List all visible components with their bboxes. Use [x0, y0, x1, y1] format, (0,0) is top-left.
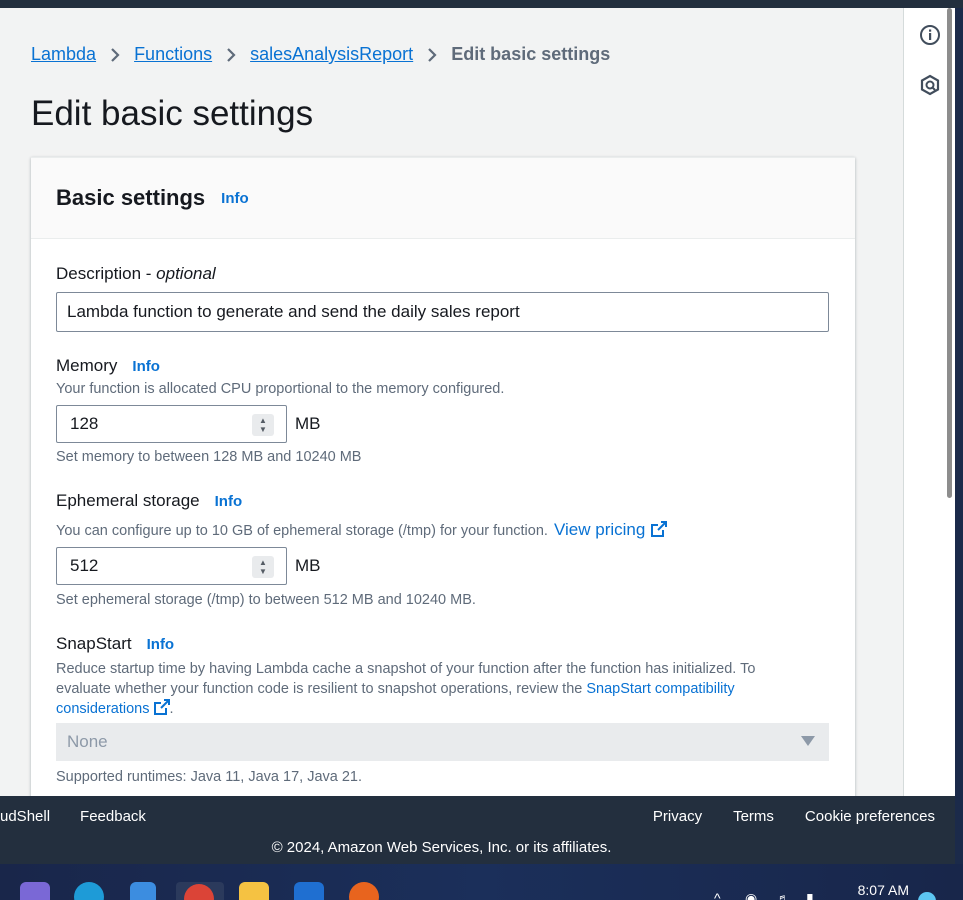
hexagon-tool-icon: [920, 74, 940, 96]
cookie-preferences-link[interactable]: Cookie preferences: [805, 808, 935, 825]
copyright-text: © 2024, Amazon Web Services, Inc. or its…: [271, 839, 612, 856]
caret-down-icon: [801, 736, 815, 746]
ephemeral-label: Ephemeral storage Info: [56, 491, 242, 511]
os-taskbar: ^ ◉ ♬ ▮ 8:07 AM: [0, 864, 963, 900]
footer-right-links: Privacy Terms Cookie preferences: [622, 808, 935, 825]
card-header: Basic settings Info: [31, 158, 855, 239]
applications-panel-button[interactable]: [917, 72, 943, 98]
chevron-down-icon: ▼: [259, 567, 267, 576]
chevron-down-icon: ▼: [259, 425, 267, 434]
memory-label-text: Memory: [56, 356, 118, 375]
chrome-icon[interactable]: [176, 882, 224, 900]
privacy-link[interactable]: Privacy: [653, 808, 702, 825]
description-label-text: Description: [56, 264, 142, 283]
chrome-logo-icon: [184, 884, 214, 900]
basic-settings-card: Basic settings Info Description - option…: [31, 157, 855, 796]
notification-badge[interactable]: [918, 892, 936, 900]
feedback-link[interactable]: Feedback: [80, 808, 146, 825]
breadcrumb: Lambda Functions salesAnalysisReport Edi…: [31, 44, 610, 65]
ephemeral-stepper[interactable]: ▲ ▼: [252, 556, 274, 578]
description-input[interactable]: [56, 292, 829, 332]
snapstart-compat-link[interactable]: considerations: [56, 699, 170, 717]
ephemeral-help-text: You can configure up to 10 GB of ephemer…: [56, 520, 668, 540]
memory-stepper[interactable]: ▲ ▼: [252, 414, 274, 436]
ephemeral-input[interactable]: 512 ▲ ▼: [56, 547, 287, 585]
breadcrumb-current: Edit basic settings: [451, 44, 611, 64]
terms-link[interactable]: Terms: [733, 808, 774, 825]
main-content: Lambda Functions salesAnalysisReport Edi…: [0, 8, 903, 796]
page-scrollbar[interactable]: [947, 8, 952, 498]
breadcrumb-function-name[interactable]: salesAnalysisReport: [250, 44, 413, 65]
external-link-icon: [153, 699, 170, 715]
cloudshell-link[interactable]: udShell: [0, 808, 50, 825]
file-explorer-icon[interactable]: [239, 882, 269, 900]
chevron-up-icon: ▲: [259, 558, 267, 567]
snapstart-help-line2: evaluate whether your function code is r…: [56, 679, 826, 699]
chevron-right-icon: [226, 47, 236, 63]
breadcrumb-functions[interactable]: Functions: [134, 44, 212, 65]
description-label-suffix: -: [141, 264, 157, 283]
external-link-icon: [651, 521, 668, 537]
snapstart-select[interactable]: None: [56, 723, 829, 761]
snapstart-help-line3: considerations.: [56, 699, 826, 719]
memory-field: 128 ▲ ▼ MB: [56, 405, 321, 443]
breadcrumb-lambda[interactable]: Lambda: [31, 44, 96, 65]
description-label: Description - optional: [56, 264, 216, 284]
memory-unit: MB: [295, 414, 321, 433]
ephemeral-field: 512 ▲ ▼ MB: [56, 547, 321, 585]
view-pricing-link[interactable]: View pricing: [553, 520, 668, 539]
snapstart-period: .: [169, 701, 174, 717]
page-title: Edit basic settings: [31, 94, 314, 133]
optional-tag: optional: [156, 264, 216, 283]
volume-icon[interactable]: ♬: [776, 890, 790, 900]
memory-info-link[interactable]: Info: [132, 358, 160, 375]
snapstart-label: SnapStart Info: [56, 634, 174, 654]
memory-help-text: Your function is allocated CPU proportio…: [56, 381, 505, 397]
memory-label: Memory Info: [56, 356, 160, 376]
basic-settings-info-link[interactable]: Info: [221, 190, 249, 207]
snapstart-compat-link-b: considerations: [56, 701, 150, 717]
battery-icon[interactable]: ▮: [806, 890, 814, 900]
info-icon: [920, 25, 940, 45]
snapstart-help-line1: Reduce startup time by having Lambda cac…: [56, 661, 756, 677]
chevron-up-icon[interactable]: ^: [714, 890, 721, 900]
snapstart-label-text: SnapStart: [56, 634, 132, 653]
clock-time[interactable]: 8:07 AM: [858, 882, 909, 898]
supported-runtimes-text: Supported runtimes: Java 11, Java 17, Ja…: [56, 769, 363, 785]
footer-left-links: udShell Feedback: [0, 808, 176, 825]
snapstart-help-text: Reduce startup time by having Lambda cac…: [56, 659, 826, 719]
view-pricing-text: View pricing: [553, 520, 646, 539]
edge-browser-icon[interactable]: [74, 882, 104, 900]
snapstart-info-link[interactable]: Info: [147, 636, 175, 653]
ephemeral-info-link[interactable]: Info: [215, 493, 243, 510]
ephemeral-value: 512: [70, 556, 99, 575]
top-nav-bar: [0, 0, 963, 8]
copilot-icon[interactable]: [20, 882, 50, 900]
ephemeral-label-text: Ephemeral storage: [56, 491, 200, 510]
ephemeral-unit: MB: [295, 556, 321, 575]
memory-input[interactable]: 128 ▲ ▼: [56, 405, 287, 443]
memory-value: 128: [70, 414, 99, 433]
chevron-up-icon: ▲: [259, 416, 267, 425]
console-footer: udShell Feedback Privacy Terms Cookie pr…: [0, 796, 955, 864]
snapstart-selected-value: None: [67, 732, 108, 751]
info-panel-button[interactable]: [917, 22, 943, 48]
ephemeral-help: You can configure up to 10 GB of ephemer…: [56, 523, 548, 539]
notepad-icon[interactable]: [130, 882, 156, 900]
card-title: Basic settings: [56, 185, 206, 210]
memory-constraint: Set memory to between 128 MB and 10240 M…: [56, 449, 362, 465]
firefox-icon[interactable]: [349, 882, 379, 900]
ephemeral-constraint: Set ephemeral storage (/tmp) to between …: [56, 592, 476, 608]
snapstart-help-line2-text: evaluate whether your function code is r…: [56, 681, 583, 697]
chevron-right-icon: [110, 47, 120, 63]
chevron-right-icon: [427, 47, 437, 63]
wifi-icon[interactable]: ◉: [745, 890, 757, 900]
store-icon[interactable]: [294, 882, 324, 900]
snapstart-compat-link-a[interactable]: SnapStart compatibility: [586, 681, 734, 697]
